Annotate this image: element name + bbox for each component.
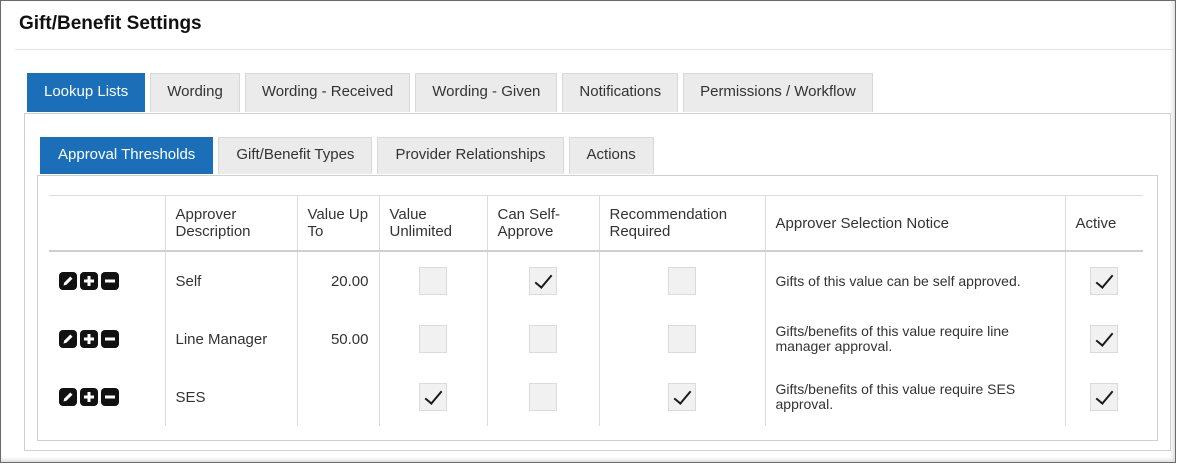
can-self-approve-checkbox[interactable] xyxy=(529,325,557,353)
sub-tab-bar: Approval Thresholds Gift/Benefit Types P… xyxy=(40,137,659,175)
approval-thresholds-table: Approver Description Value Up To Value U… xyxy=(49,195,1143,426)
value-up-to: 50.00 xyxy=(296,310,379,368)
tab-provider-relationships[interactable]: Provider Relationships xyxy=(377,137,564,174)
active-cell xyxy=(1064,310,1143,368)
table-row: Self 20.00 Gifts of this value can be self… xyxy=(49,251,1143,310)
table-header-row: Approver Description Value Up To Value U… xyxy=(49,195,1143,252)
tab-wording[interactable]: Wording xyxy=(150,73,240,112)
header-value-unlimited: Value Unlimited xyxy=(378,195,487,252)
remove-icon[interactable] xyxy=(101,388,119,407)
recommendation-required-cell xyxy=(598,251,765,310)
value-unlimited-checkbox[interactable] xyxy=(419,325,447,353)
tab-actions[interactable]: Actions xyxy=(568,137,654,174)
approver-selection-notice: Gifts/benefits of this value require SES… xyxy=(764,368,1065,426)
value-unlimited-cell xyxy=(378,251,487,310)
tab-permissions-workflow[interactable]: Permissions / Workflow xyxy=(683,73,873,112)
recommendation-required-cell xyxy=(598,310,765,368)
can-self-approve-cell xyxy=(486,251,599,310)
tab-lookup-lists[interactable]: Lookup Lists xyxy=(27,73,146,112)
tab-notifications[interactable]: Notifications xyxy=(562,73,679,112)
approver-selection-notice: Gifts/benefits of this value require lin… xyxy=(764,310,1065,368)
recommendation-required-checkbox[interactable] xyxy=(668,325,696,353)
approver-description: Self xyxy=(164,251,297,310)
remove-icon[interactable] xyxy=(101,272,119,291)
active-checkbox[interactable] xyxy=(1090,325,1119,353)
table-row: Line Manager 50.00 Gifts/benefits of this … xyxy=(49,310,1143,368)
remove-icon[interactable] xyxy=(101,330,119,349)
can-self-approve-checkbox[interactable] xyxy=(529,383,557,411)
active-checkbox[interactable] xyxy=(1090,267,1119,295)
page-title: Gift/Benefit Settings xyxy=(19,13,202,34)
value-up-to: 20.00 xyxy=(296,251,379,310)
header-approver-selection-notice: Approver Selection Notice xyxy=(764,195,1065,252)
value-unlimited-checkbox[interactable] xyxy=(419,267,447,295)
tab-wording-received[interactable]: Wording - Received xyxy=(244,73,411,112)
edit-icon[interactable] xyxy=(59,272,77,291)
main-tab-bar: Lookup Lists Wording Wording - Received … xyxy=(27,73,878,113)
approver-description: Line Manager xyxy=(164,310,297,368)
header-value-up-to: Value Up To xyxy=(296,195,379,252)
add-icon[interactable] xyxy=(80,388,98,407)
add-icon[interactable] xyxy=(80,272,98,291)
recommendation-required-cell xyxy=(598,368,765,426)
header-approver-description: Approver Description xyxy=(164,195,297,252)
can-self-approve-cell xyxy=(486,310,599,368)
can-self-approve-checkbox[interactable] xyxy=(529,267,557,295)
table-row: SES Gifts/benefits of this value require … xyxy=(49,368,1143,426)
header-can-self-approve: Can Self-Approve xyxy=(486,195,599,252)
edit-icon[interactable] xyxy=(59,388,77,407)
value-unlimited-cell xyxy=(378,368,487,426)
active-checkbox[interactable] xyxy=(1090,383,1119,411)
active-cell xyxy=(1064,251,1143,310)
row-actions xyxy=(49,368,165,426)
header-recommendation-required: Recommendation Required xyxy=(598,195,765,252)
add-icon[interactable] xyxy=(80,330,98,349)
header-active: Active xyxy=(1064,195,1143,252)
tab-approval-thresholds[interactable]: Approval Thresholds xyxy=(40,137,214,174)
approver-description: SES xyxy=(164,368,297,426)
active-cell xyxy=(1064,368,1143,426)
value-up-to xyxy=(296,368,379,426)
tab-wording-given[interactable]: Wording - Given xyxy=(415,73,558,112)
row-actions xyxy=(49,310,165,368)
header-actions xyxy=(49,195,165,252)
can-self-approve-cell xyxy=(486,368,599,426)
edit-icon[interactable] xyxy=(59,330,77,349)
title-divider xyxy=(15,49,1173,50)
settings-window: Gift/Benefit Settings Lookup Lists Wordi… xyxy=(0,0,1176,463)
approver-selection-notice: Gifts of this value can be self approved… xyxy=(764,251,1065,310)
tab-gift-benefit-types[interactable]: Gift/Benefit Types xyxy=(218,137,373,174)
value-unlimited-checkbox[interactable] xyxy=(419,383,447,411)
row-actions xyxy=(49,251,165,310)
recommendation-required-checkbox[interactable] xyxy=(668,267,696,295)
value-unlimited-cell xyxy=(378,310,487,368)
recommendation-required-checkbox[interactable] xyxy=(668,383,696,411)
